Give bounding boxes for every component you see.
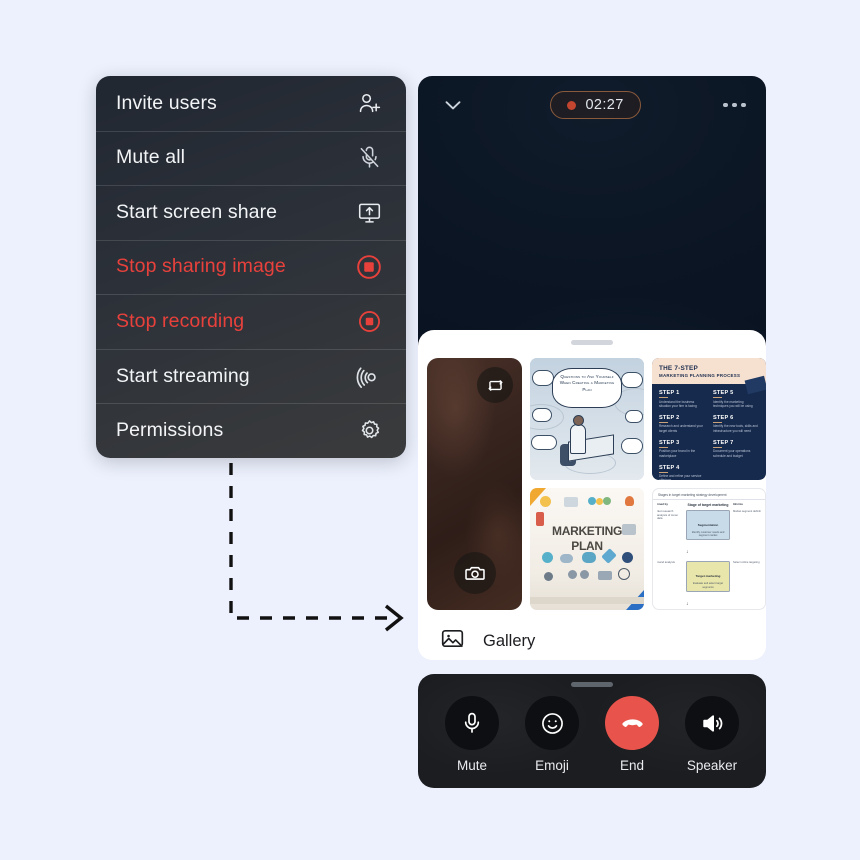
flow-arrow [190,455,420,635]
thumb-title-main: MARKETING PLANNING PROCESS [659,373,741,378]
thumb-speech-bubble: Questions to Ask Yourself When Creating … [552,368,622,408]
step-desc: Identify the new tools, skills and infra… [713,424,758,433]
thumbnail-column-middle: Questions to Ask Yourself When Creating … [530,358,644,610]
menu-item-start-streaming[interactable]: Start streaming [96,348,406,404]
chevron-down-icon[interactable] [438,90,468,120]
step-desc: Define and refine your service offerings [659,474,702,480]
step-label: STEP 4 [659,464,680,471]
step-desc: Document your operations schedule and bu… [713,449,751,458]
control-label: Mute [456,758,487,773]
thumb-bubble-text: Questions to Ask Yourself When Creating … [559,374,615,392]
thumb-marketing-plan-photo[interactable]: MARKETING PLAN [530,488,644,610]
step-label: STEP 6 [713,414,734,421]
diagram-stage-desc: Identify customer needs and segment mark… [691,531,725,538]
menu-item-label: Invite users [116,91,217,114]
flip-camera-icon[interactable] [477,367,513,403]
step-desc: Identify the marketing techniques you wi… [713,399,753,408]
diagram-stage-title: Segmentation [697,523,719,527]
diagram-row: mand analysis Target marketing Evaluate … [657,560,760,607]
stop-record-icon [354,307,384,337]
thumb-7-step-marketing-process[interactable]: THE 7-STEP MARKETING PLANNING PROCESS ST… [652,358,766,480]
step-label: STEP 7 [713,439,734,446]
end-call-icon[interactable] [605,696,659,750]
step-desc: Understand the business situation your f… [659,399,697,408]
recording-timer-badge: 02:27 [550,91,641,119]
menu-item-start-screen-share[interactable]: Start screen share [96,185,406,240]
control-end-call[interactable]: End [605,696,659,773]
diagram-col-header: Stage of target marketing [687,503,729,507]
control-label: Emoji [535,758,569,773]
step-label: STEP 2 [659,414,680,421]
diagram-stage-title: Target marketing [695,574,721,579]
menu-item-label: Permissions [116,419,224,442]
diagram-caption: Stages in target marketing strategy deve… [653,489,765,500]
gallery-sheet: Questions to Ask Yourself When Creating … [418,330,766,660]
step-desc: Research and understand your target clie… [659,424,703,433]
control-emoji[interactable]: Emoji [525,696,579,773]
thumb-title-top: THE 7-STEP [659,365,698,372]
diagram-cell-right: Market segment definiti [733,510,761,513]
call-controls-bar: Mute Emoji End Speaker [418,674,766,788]
diagram-col-header: rmed by [657,502,668,506]
diagram-stage-desc: Evaluate and select target segments [693,582,723,589]
thumb-questions-marketing-plan[interactable]: Questions to Ask Yourself When Creating … [530,358,644,480]
speaker-icon[interactable] [685,696,739,750]
screen-share-icon [354,197,384,227]
menu-item-label: Start streaming [116,364,250,387]
gear-icon [354,416,384,446]
call-topbar: 02:27 [418,76,766,134]
diagram-col-header: Informs [733,503,743,506]
mic-off-icon [354,143,384,173]
camera-preview[interactable] [427,358,522,610]
diagram-row: rket research analysis of tomer data Seg… [657,509,761,556]
recording-time: 02:27 [585,97,624,113]
thumb-target-marketing-stages[interactable]: Stages in target marketing strategy deve… [652,488,766,610]
diagram-cell-left: rket research analysis of tomer data [657,509,679,521]
step-label: STEP 1 [659,390,680,396]
camera-icon[interactable] [453,552,496,594]
menu-item-label: Stop recording [116,310,245,333]
diagram-cell-left: mand analysis [657,560,675,565]
step-desc: Position your brand in the marketplace [659,449,696,458]
menu-item-stop-sharing-image[interactable]: Stop sharing image [96,239,406,295]
control-label: Speaker [686,758,738,773]
broadcast-icon [354,361,384,391]
control-mute[interactable]: Mute [445,696,499,773]
step-label: STEP 3 [659,439,680,446]
thumbnail-grid: Questions to Ask Yourself When Creating … [418,345,766,610]
menu-item-permissions[interactable]: Permissions [96,403,406,458]
person-add-icon [354,88,384,118]
image-icon [440,626,465,656]
screenshot-root: Invite users Mute all Start screen share [0,0,860,860]
menu-item-stop-recording[interactable]: Stop recording [96,294,406,349]
control-speaker[interactable]: Speaker [685,696,739,773]
thumbnail-column-right: THE 7-STEP MARKETING PLANNING PROCESS ST… [652,358,766,610]
menu-item-invite-users[interactable]: Invite users [96,76,406,131]
menu-item-label: Stop sharing image [116,255,286,278]
menu-item-mute-all[interactable]: Mute all [96,130,406,186]
call-options-menu: Invite users Mute all Start screen share [96,76,406,458]
gallery-label: Gallery [483,631,536,650]
more-horizontal-icon[interactable] [723,102,746,108]
smiley-icon[interactable] [525,696,579,750]
record-dot-icon [567,100,577,110]
gallery-button[interactable]: Gallery [418,610,766,656]
microphone-icon[interactable] [445,696,499,750]
stop-record-icon [354,252,384,282]
thumb-photo-title-line1: MARKETING [552,524,622,538]
control-label: End [619,758,645,773]
thumb-photo-title-line2: PLAN [571,539,603,553]
menu-item-label: Start screen share [116,200,278,223]
diagram-cell-right: Select online targeting [733,561,760,565]
menu-item-label: Mute all [116,146,186,169]
